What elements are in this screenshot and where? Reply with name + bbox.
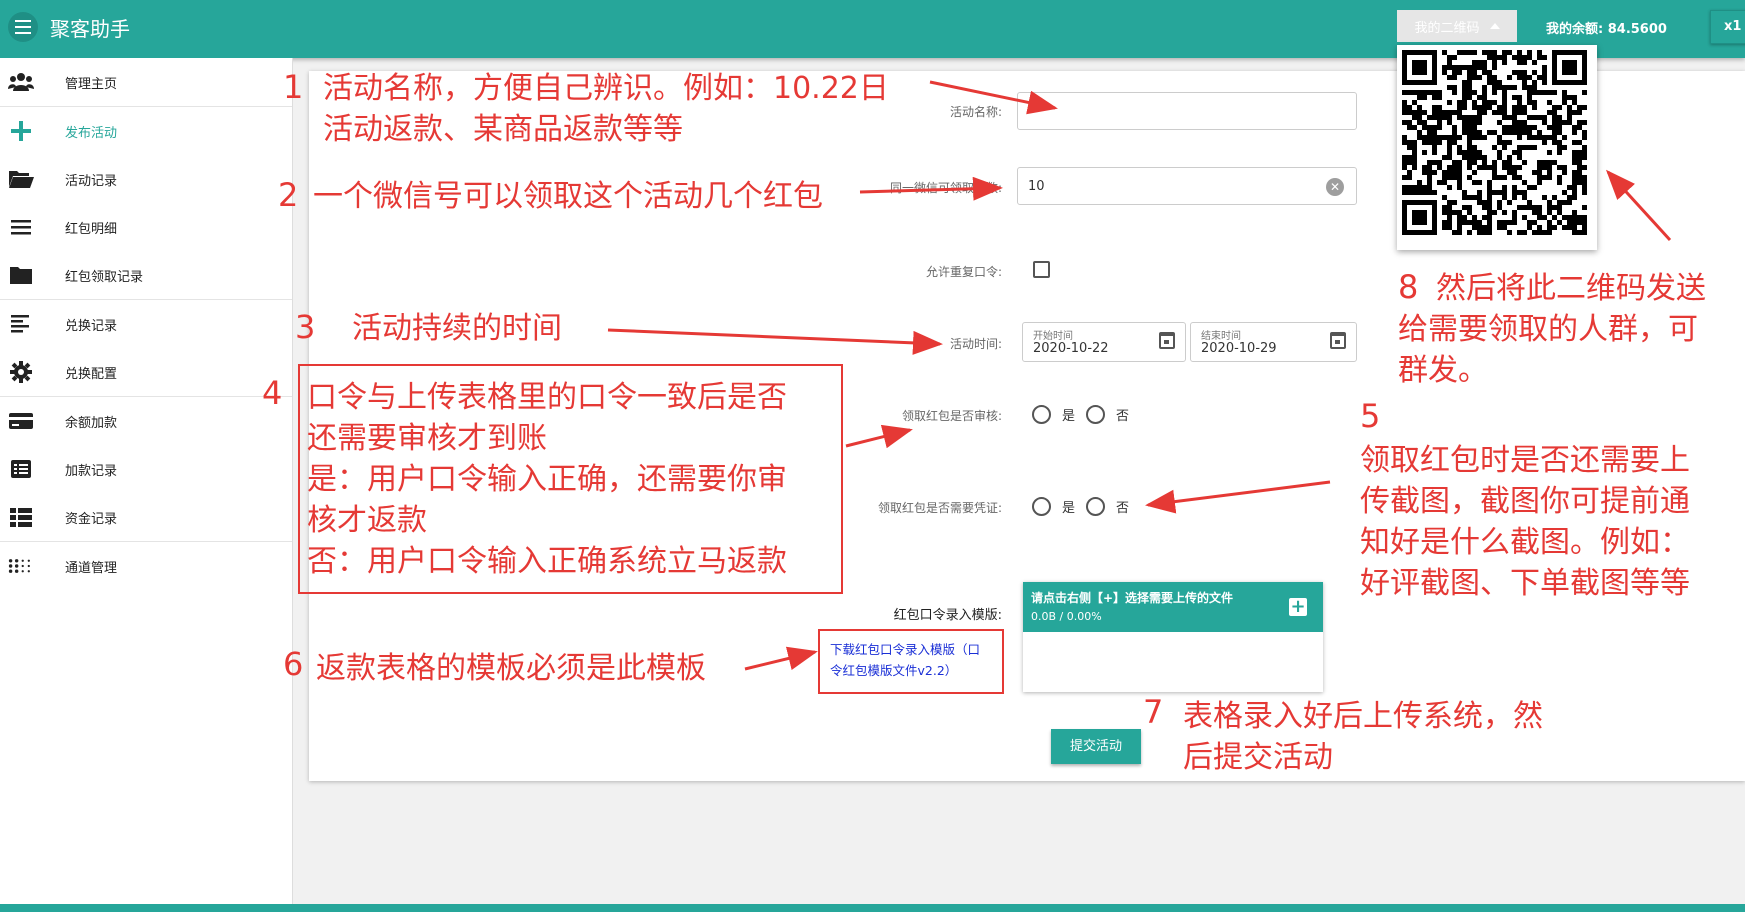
arrow-2 [859,176,1003,201]
arrow-1 [929,80,1058,115]
arrow-4 [845,424,913,449]
arrow-6 [744,646,818,671]
arrow-8 [1605,169,1672,242]
annotation-arrows [607,80,1672,671]
arrow-5 [1145,480,1331,514]
arrow-3 [607,328,943,355]
